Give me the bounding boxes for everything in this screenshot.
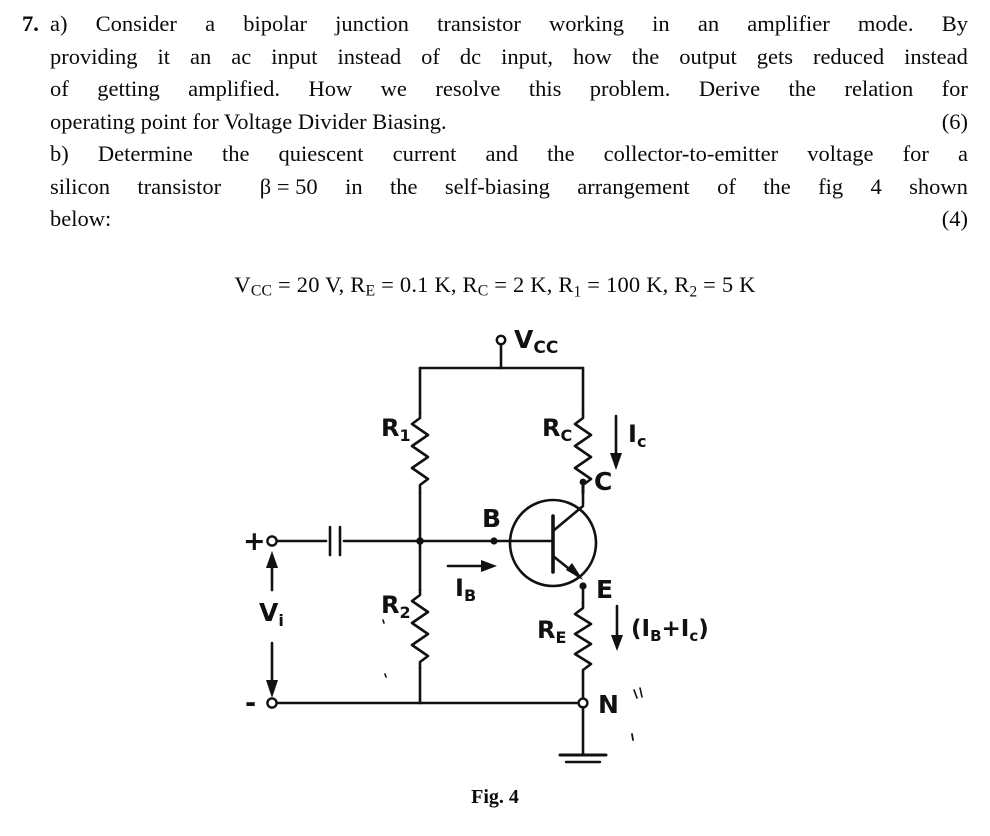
input-negative-terminal (266, 697, 278, 709)
label-emitter: E (596, 575, 613, 604)
value-r1: 100 K (606, 272, 663, 297)
label-node-n: N (598, 690, 619, 719)
transistor-emitter-arrow (566, 563, 583, 580)
circuit-figure: VCC R1 RC Ic C B IB E RE (IB+Ic) Vi R2 +… (0, 318, 990, 836)
question-part-b-line-1: b) Determine the quiescent current and the coll… (22, 138, 968, 171)
part-a-marks: (6) (941, 108, 968, 134)
scan-artifact-3 (631, 733, 634, 741)
part-b-line-2-text: silicon transistor β = 50 in the self-biasin… (50, 173, 968, 199)
label-input-plus: + (243, 526, 266, 557)
scan-artifact-1 (633, 689, 638, 699)
label-re: RE (537, 616, 566, 647)
label-vi: Vi (259, 598, 284, 630)
question-number: 7. (22, 11, 39, 36)
value-re: 0.1 K (399, 272, 451, 297)
vcc-terminal-node (495, 334, 507, 346)
question-part-a-line-2: providing it an ac input instead of dc input, how… (22, 41, 968, 74)
label-input-minus: - (245, 688, 256, 719)
input-positive-terminal (266, 535, 278, 547)
question-block: 7. a) Consider a bipolar junction transistor w… (22, 8, 968, 236)
part-a-line-1-text: a) Consider a bipolar junction transistor work… (50, 11, 968, 36)
transistor-collector-lead (551, 504, 585, 533)
label-ic: Ic (628, 420, 646, 451)
label-ib: IB (455, 574, 476, 605)
part-a-line-2-text: providing it an ac input instead of dc input, how… (50, 43, 968, 69)
resistor-re (573, 601, 593, 676)
label-r1: R1 (381, 414, 411, 445)
part-a-line-4-text: operating point for Voltage Divider Bias… (50, 108, 447, 134)
resistor-r2 (410, 588, 430, 670)
part-a-line-3-text: of getting amplified. How we resolve this probl… (50, 76, 968, 101)
question-part-b-line-3: below: (4) (22, 203, 968, 236)
component-values-line: VCC = 20 V, RE = 0.1 K, RC = 2 K, R1 = 1… (234, 272, 756, 301)
question-part-a-line-3: of getting amplified. How we resolve this probl… (22, 73, 968, 106)
question-part-a-line-4: operating point for Voltage Divider Bias… (22, 106, 968, 139)
base-node-dot (490, 537, 498, 545)
question-part-b-line-2: silicon transistor β = 50 in the self-biasin… (22, 171, 968, 204)
vi-down-arrow-head (266, 680, 278, 698)
value-vcc: 20 V (296, 272, 339, 297)
part-b-line-1-text: b) Determine the quiescent current and the coll… (50, 141, 968, 166)
scan-artifact-2 (639, 687, 643, 698)
vi-up-arrow-head (266, 551, 278, 568)
label-vcc: VCC (514, 325, 558, 358)
label-r2: R2 (381, 591, 411, 622)
label-rc: RC (542, 414, 572, 445)
part-b-line-3-text: below: (50, 206, 112, 231)
question-part-a-line-1: 7. a) Consider a bipolar junction transistor w… (22, 8, 968, 41)
label-emitter-current: (IB+Ic) (631, 616, 709, 645)
value-rc: 2 K (513, 272, 547, 297)
resistor-r1 (410, 411, 430, 495)
label-base: B (482, 504, 501, 533)
figure-caption: Fig. 4 (471, 786, 519, 808)
part-b-marks: (4) (941, 206, 968, 231)
scan-artifact-5 (382, 619, 385, 624)
ib-arrow-head (481, 560, 497, 572)
emitter-current-arrow-head (611, 635, 623, 651)
value-r2: 5 K (721, 272, 756, 297)
scan-artifact-4 (384, 673, 387, 678)
label-collector: C (594, 467, 612, 496)
